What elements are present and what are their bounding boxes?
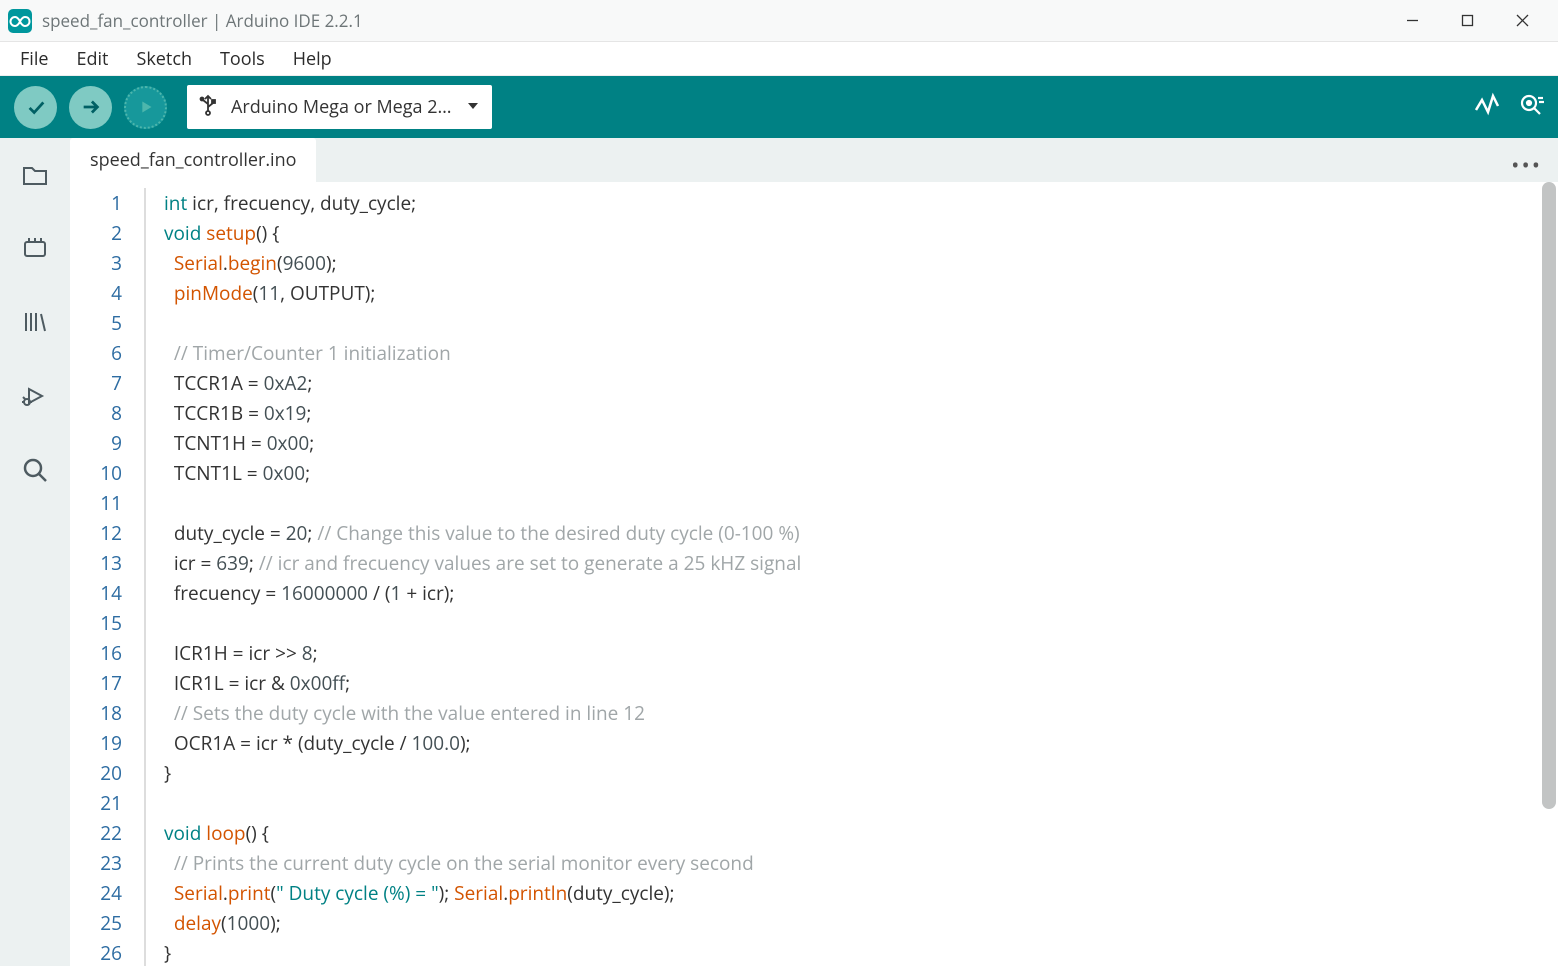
usb-icon	[199, 94, 217, 121]
line-gutter: 1234567891011121314151617181920212223242…	[70, 188, 144, 966]
code-line[interactable]: }	[164, 938, 1530, 966]
main-area: speed_fan_controller.ino ••• 12345678910…	[0, 138, 1558, 966]
code-line[interactable]	[164, 788, 1530, 818]
line-number: 23	[70, 848, 122, 878]
code-line[interactable]: TCCR1B = 0x19;	[164, 398, 1530, 428]
line-number: 8	[70, 398, 122, 428]
scrollbar-thumb[interactable]	[1542, 182, 1556, 809]
line-number: 6	[70, 338, 122, 368]
code-line[interactable]	[164, 608, 1530, 638]
toolbar-right	[1474, 92, 1544, 123]
library-manager-button[interactable]	[15, 302, 55, 342]
code-line[interactable]: // Prints the current duty cycle on the …	[164, 848, 1530, 878]
code-line[interactable]: OCR1A = icr * (duty_cycle / 100.0);	[164, 728, 1530, 758]
line-number: 1	[70, 188, 122, 218]
code-line[interactable]: TCNT1H = 0x00;	[164, 428, 1530, 458]
code-line[interactable]: Serial.print(" Duty cycle (%) = "); Seri…	[164, 878, 1530, 908]
line-number: 24	[70, 878, 122, 908]
line-number: 22	[70, 818, 122, 848]
code-line[interactable]	[164, 488, 1530, 518]
code-line[interactable]: // Sets the duty cycle with the value en…	[164, 698, 1530, 728]
code-line[interactable]: ICR1L = icr & 0x00ff;	[164, 668, 1530, 698]
line-number: 25	[70, 908, 122, 938]
board-selector[interactable]: Arduino Mega or Mega 2…	[187, 85, 492, 129]
line-number: 7	[70, 368, 122, 398]
menu-help[interactable]: Help	[279, 43, 346, 75]
code-content[interactable]: int icr, frecuency, duty_cycle;void setu…	[164, 188, 1558, 966]
app-icon	[8, 9, 32, 33]
line-number: 17	[70, 668, 122, 698]
code-line[interactable]: ICR1H = icr >> 8;	[164, 638, 1530, 668]
debug-button[interactable]	[124, 86, 167, 129]
maximize-button[interactable]	[1440, 0, 1495, 42]
code-line[interactable]: // Timer/Counter 1 initialization	[164, 338, 1530, 368]
code-line[interactable]: frecuency = 16000000 / (1 + icr);	[164, 578, 1530, 608]
line-number: 13	[70, 548, 122, 578]
upload-button[interactable]	[69, 86, 112, 129]
serial-monitor-icon[interactable]	[1518, 92, 1544, 123]
code-line[interactable]: void setup() {	[164, 218, 1530, 248]
close-button[interactable]	[1495, 0, 1550, 42]
tab-bar: speed_fan_controller.ino •••	[70, 138, 1558, 182]
menu-tools[interactable]: Tools	[206, 43, 279, 75]
code-line[interactable]: pinMode(11, OUTPUT);	[164, 278, 1530, 308]
board-name: Arduino Mega or Mega 2…	[231, 95, 452, 119]
menu-edit[interactable]: Edit	[63, 43, 123, 75]
line-number: 16	[70, 638, 122, 668]
line-number: 26	[70, 938, 122, 966]
code-line[interactable]: }	[164, 758, 1530, 788]
code-line[interactable]: duty_cycle = 20; // Change this value to…	[164, 518, 1530, 548]
line-number: 11	[70, 488, 122, 518]
chevron-down-icon	[466, 96, 480, 118]
menu-bar: FileEditSketchToolsHelp	[0, 42, 1558, 76]
line-number: 20	[70, 758, 122, 788]
line-number: 18	[70, 698, 122, 728]
code-line[interactable]: void loop() {	[164, 818, 1530, 848]
menu-file[interactable]: File	[6, 43, 63, 75]
line-number: 21	[70, 788, 122, 818]
line-number: 5	[70, 308, 122, 338]
line-number: 4	[70, 278, 122, 308]
line-number: 14	[70, 578, 122, 608]
code-line[interactable]	[164, 308, 1530, 338]
code-line[interactable]: int icr, frecuency, duty_cycle;	[164, 188, 1530, 218]
line-number: 15	[70, 608, 122, 638]
line-number: 2	[70, 218, 122, 248]
tab-file[interactable]: speed_fan_controller.ino	[70, 138, 316, 182]
tab-menu-button[interactable]: •••	[1511, 150, 1542, 180]
fold-bar	[144, 188, 150, 966]
code-line[interactable]: icr = 639; // icr and frecuency values a…	[164, 548, 1530, 578]
line-number: 12	[70, 518, 122, 548]
verify-button[interactable]	[14, 86, 57, 129]
line-number: 3	[70, 248, 122, 278]
minimize-button[interactable]	[1385, 0, 1440, 42]
line-number: 19	[70, 728, 122, 758]
title-bar: speed_fan_controller | Arduino IDE 2.2.1	[0, 0, 1558, 42]
boards-manager-button[interactable]	[15, 228, 55, 268]
debug-panel-button[interactable]	[15, 376, 55, 416]
code-line[interactable]: Serial.begin(9600);	[164, 248, 1530, 278]
window-controls	[1385, 0, 1550, 42]
code-editor[interactable]: 1234567891011121314151617181920212223242…	[70, 182, 1558, 966]
line-number: 10	[70, 458, 122, 488]
code-line[interactable]: TCCR1A = 0xA2;	[164, 368, 1530, 398]
sketchbook-button[interactable]	[15, 154, 55, 194]
window-title: speed_fan_controller | Arduino IDE 2.2.1	[42, 9, 1385, 32]
editor-area: speed_fan_controller.ino ••• 12345678910…	[70, 138, 1558, 966]
vertical-scrollbar[interactable]	[1542, 182, 1556, 966]
search-button[interactable]	[15, 450, 55, 490]
serial-plotter-icon[interactable]	[1474, 92, 1500, 123]
toolbar: Arduino Mega or Mega 2…	[0, 76, 1558, 138]
sidebar	[0, 138, 70, 966]
line-number: 9	[70, 428, 122, 458]
code-line[interactable]: delay(1000);	[164, 908, 1530, 938]
code-line[interactable]: TCNT1L = 0x00;	[164, 458, 1530, 488]
menu-sketch[interactable]: Sketch	[122, 43, 206, 75]
